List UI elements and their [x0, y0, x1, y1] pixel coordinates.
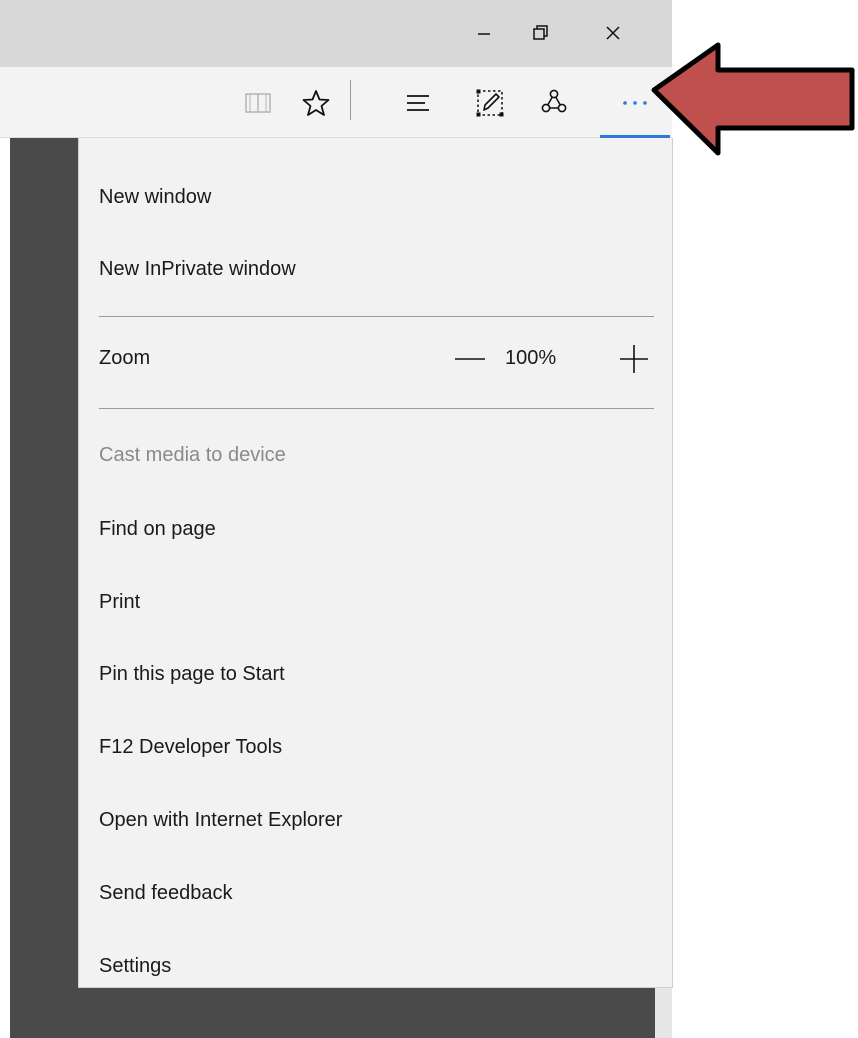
close-button[interactable]	[590, 10, 636, 56]
hub-icon	[407, 94, 429, 111]
minus-icon	[455, 358, 485, 360]
menu-item-find-on-page[interactable]: Find on page	[99, 515, 654, 543]
menu-item-pin-to-start[interactable]: Pin this page to Start	[99, 660, 654, 688]
pointer-arrow-annotation	[651, 42, 855, 156]
zoom-level: 100%	[505, 347, 557, 369]
more-actions-menu: New window New InPrivate window Zoom 100…	[78, 138, 673, 988]
title-bar	[0, 0, 672, 67]
close-icon	[606, 26, 620, 40]
restore-button[interactable]	[518, 10, 564, 56]
more-actions-icon	[623, 100, 647, 105]
reading-view-button[interactable]	[234, 67, 282, 138]
browser-window: New window New InPrivate window Zoom 100…	[0, 0, 858, 1038]
web-note-button[interactable]	[466, 67, 514, 138]
menu-item-print[interactable]: Print	[99, 588, 654, 616]
share-button[interactable]	[530, 67, 578, 138]
favorites-star-icon	[302, 89, 330, 116]
menu-item-cast-media: Cast media to device	[99, 444, 286, 466]
menu-divider	[99, 316, 654, 317]
page-content	[10, 138, 78, 1038]
share-icon	[541, 89, 567, 112]
restore-icon	[533, 25, 548, 40]
menu-item-developer-tools[interactable]: F12 Developer Tools	[99, 733, 654, 761]
zoom-row: Zoom 100%	[99, 341, 654, 375]
menu-divider	[99, 408, 654, 409]
zoom-out-button[interactable]	[453, 344, 487, 372]
scrollbar-track[interactable]	[655, 988, 672, 1038]
add-favorite-button[interactable]	[292, 67, 340, 138]
web-note-icon	[476, 89, 504, 116]
menu-item-settings[interactable]: Settings	[99, 952, 654, 980]
toolbar-divider	[350, 80, 351, 120]
browser-toolbar	[0, 67, 672, 138]
plus-icon	[620, 345, 648, 373]
menu-item-new-inprivate-window[interactable]: New InPrivate window	[99, 255, 654, 283]
hub-button[interactable]	[394, 67, 442, 138]
zoom-in-button[interactable]	[616, 341, 652, 375]
minimize-button[interactable]	[461, 10, 507, 56]
zoom-label: Zoom	[99, 347, 151, 369]
reading-view-icon	[245, 92, 271, 113]
menu-item-send-feedback[interactable]: Send feedback	[99, 879, 654, 907]
minimize-icon	[478, 33, 490, 35]
menu-item-new-window[interactable]: New window	[99, 183, 654, 211]
menu-item-open-with-ie[interactable]: Open with Internet Explorer	[99, 806, 654, 834]
page-content-bottom	[78, 988, 655, 1038]
